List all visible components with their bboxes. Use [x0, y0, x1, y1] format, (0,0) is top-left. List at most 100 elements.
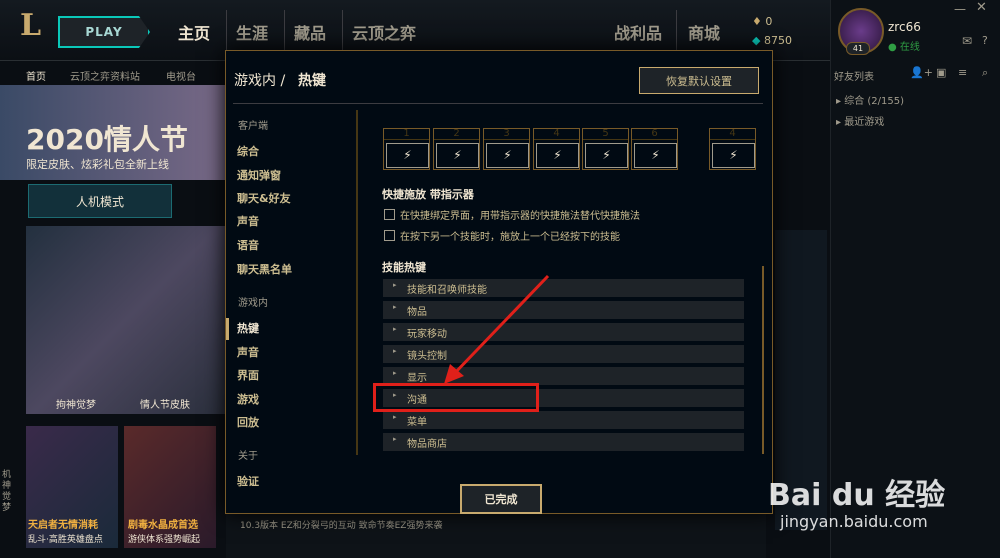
- settings-nav-verification[interactable]: 验证: [237, 473, 259, 489]
- section-title-quickcast: 快捷施放 带指示器: [382, 188, 474, 201]
- sort-icon[interactable]: ≡: [958, 66, 967, 79]
- minimize-icon[interactable]: —: [954, 2, 966, 16]
- breadcrumb-parent: 游戏内 /: [234, 70, 285, 90]
- annotation-arrow-shaft: [450, 274, 550, 378]
- friends-list-title: 好友列表: [834, 72, 874, 83]
- nav-separator: [226, 10, 227, 50]
- settings-nav-chat-friends[interactable]: 聊天&好友: [237, 190, 291, 206]
- quickcast-option-label: 在快捷绑定界面，用带指示器的快捷施法替代快捷施法: [400, 211, 640, 222]
- quickcast-icon: ⚡: [436, 143, 479, 168]
- hotkey-group-label: 物品商店: [407, 439, 447, 450]
- bottom-news-strip: 10.3版本 EZ和分裂弓的互动 致命节奏EZ强势来袭: [226, 510, 766, 558]
- nav-tft[interactable]: 云顶之弈: [352, 20, 416, 44]
- blue-essence-amount: 0: [765, 15, 773, 28]
- key-number: 3: [484, 129, 529, 140]
- nav-separator: [284, 10, 285, 50]
- blue-essence-icon: ♦: [752, 15, 762, 28]
- hero-subtitle: 限定皮肤、炫彩礼包全新上线: [26, 158, 169, 171]
- quickcast-option-checkbox[interactable]: [384, 209, 395, 220]
- done-label: 已完成: [484, 493, 518, 506]
- quickcast-option-checkbox[interactable]: [384, 230, 395, 241]
- annotation-arrow: [444, 274, 550, 384]
- play-button[interactable]: PLAY: [58, 16, 150, 48]
- item-slot-key[interactable]: 6 ⚡: [631, 128, 678, 170]
- hotkey-group-label: 显示: [407, 373, 427, 384]
- breadcrumb-separator: /: [280, 73, 286, 89]
- league-logo: L: [20, 8, 42, 43]
- news-caption: 游侠体系强势崛起: [128, 535, 201, 545]
- nav-profile[interactable]: 生涯: [236, 20, 268, 44]
- ai-mode-button[interactable]: 人机模式: [28, 184, 172, 218]
- settings-nav-notifications[interactable]: 通知弹窗: [237, 167, 281, 183]
- key-number: 1: [384, 129, 429, 140]
- online-status[interactable]: ● 在线: [888, 38, 920, 53]
- subnav-tft-site[interactable]: 云顶之弈资料站: [70, 68, 140, 83]
- trinket-slot-key[interactable]: 4 ⚡: [709, 128, 756, 170]
- search-icon[interactable]: ⌕: [982, 66, 988, 80]
- news-caption: 剧毒水晶成首选: [128, 520, 198, 531]
- subnav-home[interactable]: 首页: [26, 68, 46, 83]
- category-client: 客户端: [238, 121, 268, 132]
- settings-nav-block-list[interactable]: 聊天黑名单: [237, 261, 292, 277]
- done-button[interactable]: 已完成: [460, 484, 542, 514]
- expand-arrow-icon: ▸: [393, 435, 397, 443]
- expand-arrow-icon: ▸: [393, 325, 397, 333]
- expand-arrow-icon: ▸: [393, 303, 397, 311]
- friends-group-label: 综合 (2/155): [844, 96, 905, 107]
- breadcrumb-parent-label: 游戏内: [234, 73, 276, 89]
- settings-nav-ingame-sound[interactable]: 声音: [237, 344, 259, 360]
- featured-image[interactable]: [26, 226, 226, 414]
- category-ingame: 游戏内: [238, 298, 268, 309]
- restore-defaults-label: 恢复默认设置: [666, 74, 732, 88]
- rp-amount: 8750: [763, 34, 792, 47]
- rp-icon: ◆: [752, 34, 761, 47]
- side-tab[interactable]: 机神觉梦: [2, 470, 18, 514]
- content-scrollbar[interactable]: [762, 266, 764, 454]
- news-ticker[interactable]: 10.3版本 EZ和分裂弓的互动 致命节奏EZ强势来袭: [240, 518, 442, 531]
- item-slot-key[interactable]: 2 ⚡: [433, 128, 480, 170]
- key-number: 5: [583, 129, 628, 140]
- settings-nav-general[interactable]: 综合: [237, 143, 259, 159]
- hotkey-group-row[interactable]: ▸ 菜单: [383, 411, 744, 429]
- settings-nav-hotkeys[interactable]: 热键: [237, 320, 259, 336]
- hotkey-group-row[interactable]: ▸ 物品商店: [383, 433, 744, 451]
- mail-icon[interactable]: ✉: [962, 34, 972, 48]
- nav-loot[interactable]: 战利品: [614, 20, 662, 44]
- nav-store[interactable]: 商城: [688, 20, 720, 44]
- item-slot-key[interactable]: 4 ⚡: [533, 128, 580, 170]
- nav-home[interactable]: 主页: [178, 20, 210, 44]
- settings-nav-sound[interactable]: 声音: [237, 213, 259, 229]
- baidu-watermark-logo: Bai du 经验: [768, 478, 946, 513]
- add-folder-icon[interactable]: ▣: [936, 66, 946, 79]
- settings-nav-game[interactable]: 游戏: [237, 391, 259, 407]
- news-caption: 天启者无情消耗: [28, 520, 98, 531]
- settings-nav-replay[interactable]: 回放: [237, 414, 259, 430]
- item-slot-key[interactable]: 3 ⚡: [483, 128, 530, 170]
- nav-separator: [676, 10, 677, 50]
- settings-nav-voice[interactable]: 语音: [237, 237, 259, 253]
- status-label: 在线: [899, 42, 920, 53]
- quickcast-icon: ⚡: [712, 143, 755, 168]
- key-number: 4: [710, 129, 755, 140]
- expand-arrow-icon: ▸: [393, 347, 397, 355]
- section-title-skill-hotkeys: 技能热键: [382, 261, 426, 274]
- news-caption: 乱斗·高胜英雄盘点: [28, 535, 103, 545]
- friends-group-recent[interactable]: ▸ 最近游戏: [836, 113, 884, 128]
- friends-group-general[interactable]: ▸ 综合 (2/155): [836, 92, 904, 107]
- friends-group-label: 最近游戏: [844, 117, 885, 128]
- help-icon[interactable]: ?: [982, 34, 988, 47]
- active-indicator: [226, 318, 229, 340]
- item-slot-key[interactable]: 5 ⚡: [582, 128, 629, 170]
- nav-collection[interactable]: 藏品: [294, 20, 326, 44]
- category-about: 关于: [238, 451, 258, 462]
- nav-divider: [356, 110, 358, 455]
- subnav-tv[interactable]: 电视台: [166, 68, 196, 83]
- username: zrc66: [888, 20, 921, 34]
- close-icon[interactable]: ✕: [976, 0, 987, 15]
- restore-defaults-button[interactable]: 恢复默认设置: [639, 67, 759, 94]
- settings-nav-interface[interactable]: 界面: [237, 367, 259, 383]
- item-slot-key[interactable]: 1 ⚡: [383, 128, 430, 170]
- currency-display: ♦ 0 ◆ 8750: [752, 12, 792, 50]
- key-number: 6: [632, 129, 677, 140]
- add-friend-icon[interactable]: 👤+: [910, 66, 933, 79]
